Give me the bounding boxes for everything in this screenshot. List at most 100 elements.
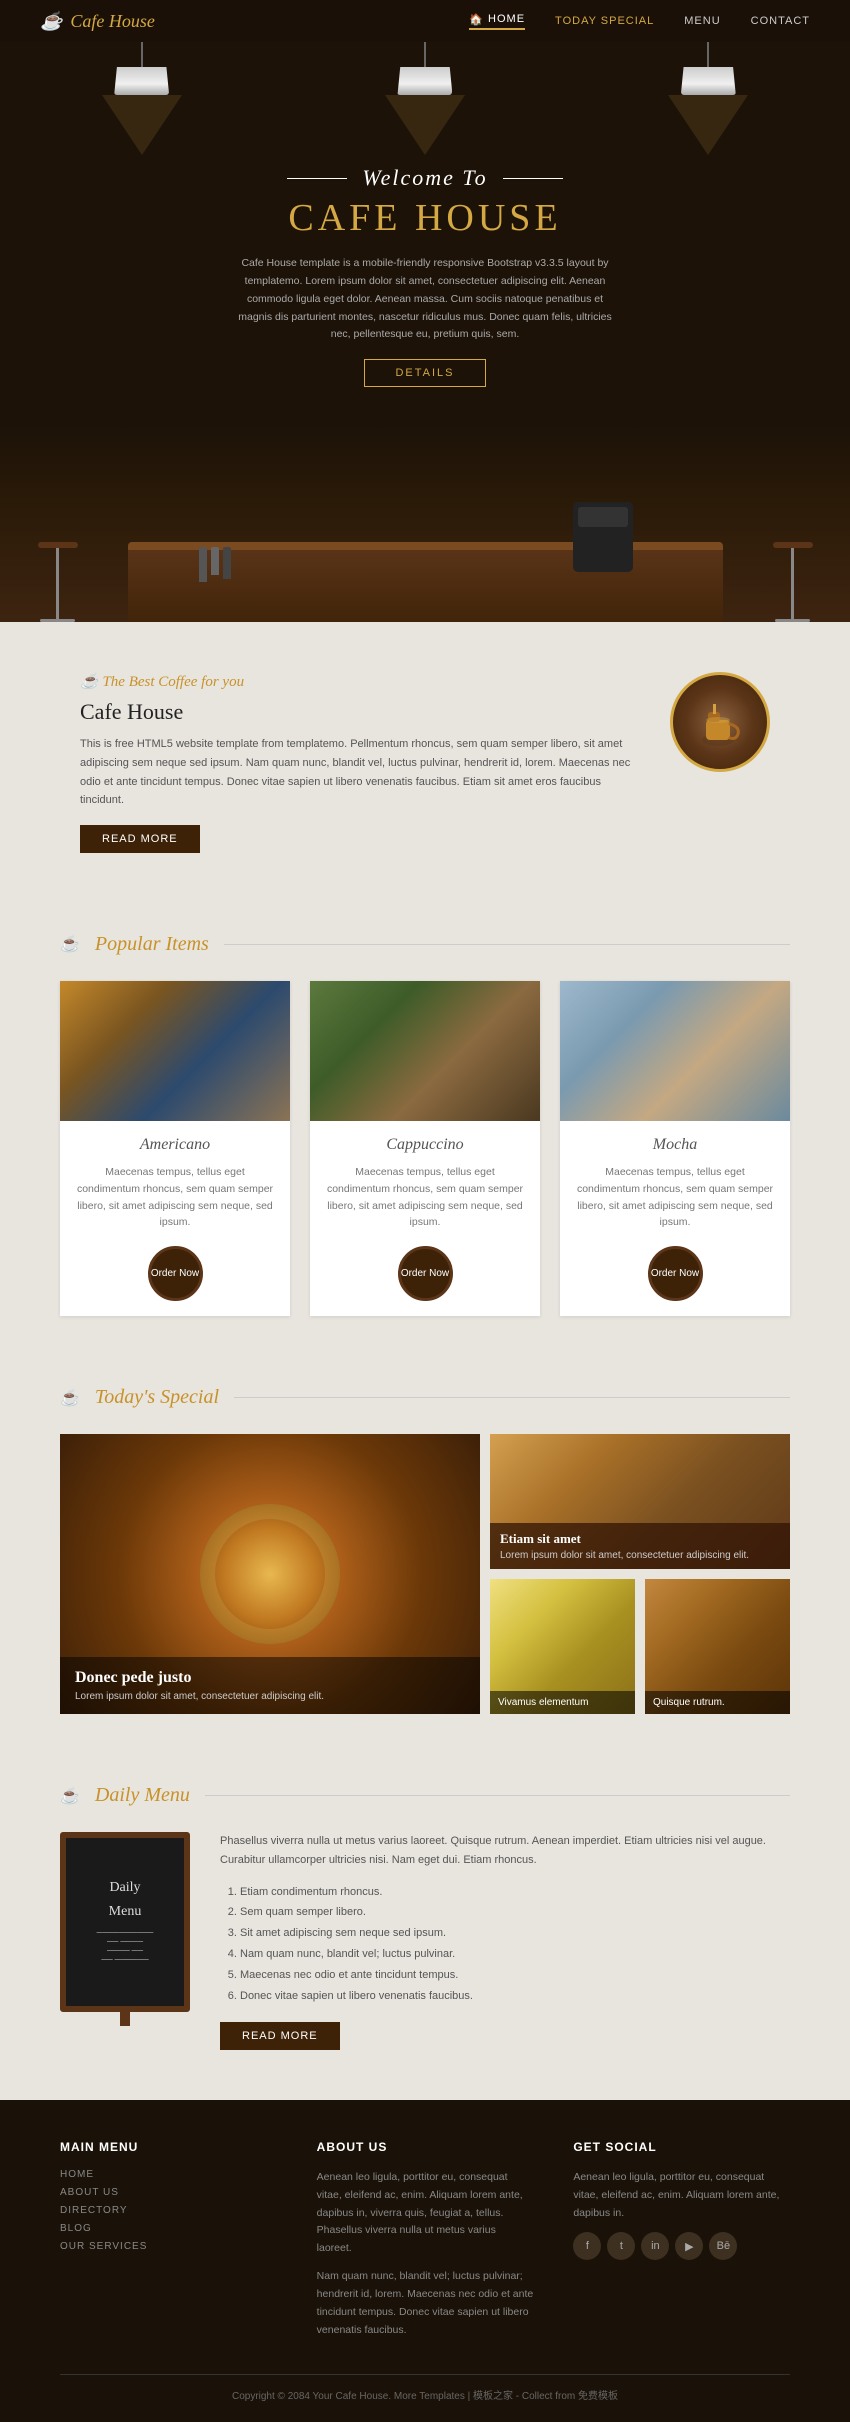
- nav-home-label: HOME: [488, 13, 525, 25]
- footer-about-link[interactable]: ABOUT US: [60, 2187, 277, 2198]
- special-grid: Donec pede justo Lorem ipsum dolor sit a…: [60, 1434, 790, 1714]
- americano-image: [60, 981, 290, 1121]
- lamp-1: [102, 42, 182, 155]
- footer-about-text2: Nam quam nunc, blandit vel; luctus pulvi…: [317, 2268, 534, 2339]
- nav-today-special[interactable]: TODAY SPECIAL: [555, 15, 654, 27]
- bar-stool-right: [778, 542, 808, 622]
- etiam-desc: Lorem ipsum dolor sit amet, consectetuer…: [500, 1550, 780, 1561]
- popular-section: ☕ Popular Items Americano Maecenas tempu…: [0, 903, 850, 1356]
- cappuccino-desc: Maecenas tempus, tellus eget condimentum…: [325, 1164, 525, 1231]
- item-card-americano: Americano Maecenas tempus, tellus eget c…: [60, 981, 290, 1316]
- special-cup-icon: ☕: [60, 1388, 80, 1408]
- social-twitter-button[interactable]: t: [607, 2232, 635, 2260]
- daily-list-item-2: Sem quam semper libero.: [240, 1902, 790, 1923]
- daily-text: Phasellus viverra nulla ut metus varius …: [220, 1832, 790, 2050]
- hero-content: Welcome To CAFE HOUSE Cafe House templat…: [215, 155, 635, 422]
- brand-cup-icon: ☕: [40, 11, 62, 32]
- daily-list-item-1: Etiam condimentum rhoncus.: [240, 1882, 790, 1903]
- lamp-3: [668, 42, 748, 155]
- stool-base-r: [775, 619, 810, 622]
- lamp-glow-2: [385, 95, 465, 155]
- vivamus-label: Vivamus elementum: [490, 1691, 635, 1714]
- navbar: ☕ Cafe House 🏠 HOME TODAY SPECIAL MENU C…: [0, 0, 850, 42]
- lamp-glow-3: [668, 95, 748, 155]
- footer-services-link[interactable]: OUR SERVICES: [60, 2241, 277, 2252]
- about-description: This is free HTML5 website template from…: [80, 735, 640, 810]
- coffee-machine: [573, 502, 633, 572]
- about-image-circle: [670, 672, 770, 772]
- brand[interactable]: ☕ Cafe House: [40, 11, 155, 32]
- social-icons-row: f t in ▶ Bē: [573, 2232, 790, 2260]
- bottle-2: [211, 547, 219, 575]
- daily-list-item-6: Donec vitae sapien ut libero venenatis f…: [240, 1986, 790, 2007]
- mocha-name: Mocha: [575, 1136, 775, 1154]
- daily-list-item-5: Maecenas nec odio et ante tincidunt temp…: [240, 1965, 790, 1986]
- about-cup-icon: ☕: [80, 674, 99, 690]
- daily-read-more-button[interactable]: READ MORE: [220, 2022, 340, 2050]
- nav-home[interactable]: 🏠 HOME: [469, 13, 525, 30]
- special-section: ☕ Today's Special Donec pede justo Lorem…: [0, 1356, 850, 1754]
- lamp-shade-2: [397, 67, 452, 95]
- special-top-main: Etiam sit amet Lorem ipsum dolor sit ame…: [490, 1434, 790, 1569]
- footer-about-title: About Us: [317, 2140, 534, 2154]
- item-card-cappuccino: Cappuccino Maecenas tempus, tellus eget …: [310, 981, 540, 1316]
- chalkboard-lines: ────────── ── ──── ──── ── ── ──────: [97, 1928, 154, 1964]
- footer-home-link[interactable]: HOME: [60, 2169, 277, 2180]
- nav-contact[interactable]: CONTACT: [751, 15, 810, 27]
- items-grid: Americano Maecenas tempus, tellus eget c…: [60, 981, 790, 1316]
- popular-header: ☕ Popular Items: [60, 933, 790, 956]
- footer-about-text1: Aenean leo ligula, porttitor eu, consequ…: [317, 2169, 534, 2258]
- footer: MAIN MENU HOME ABOUT US DIRECTORY BLOG O…: [0, 2100, 850, 2422]
- lamp-2: [385, 42, 465, 155]
- hero-section: Welcome To CAFE HOUSE Cafe House templat…: [0, 42, 850, 622]
- special-main-desc: Lorem ipsum dolor sit amet, consectetuer…: [75, 1691, 465, 1702]
- coffee-pot-svg: [690, 692, 750, 752]
- details-button[interactable]: DETAILS: [364, 359, 485, 387]
- special-main-title: Donec pede justo: [75, 1669, 465, 1687]
- bottle-3: [223, 547, 231, 579]
- daily-list-item-4: Nam quam nunc, blandit vel; luctus pulvi…: [240, 1944, 790, 1965]
- americano-body: Americano Maecenas tempus, tellus eget c…: [60, 1121, 290, 1316]
- bar-counter: [128, 542, 723, 622]
- cappuccino-body: Cappuccino Maecenas tempus, tellus eget …: [310, 1121, 540, 1316]
- item-card-mocha: Mocha Maecenas tempus, tellus eget condi…: [560, 981, 790, 1316]
- about-subtitle: ☕ The Best Coffee for you: [80, 672, 640, 691]
- special-main-item: Donec pede justo Lorem ipsum dolor sit a…: [60, 1434, 480, 1714]
- lamp-shade-3: [681, 67, 736, 95]
- footer-social-text: Aenean leo ligula, porttitor eu, consequ…: [573, 2169, 790, 2223]
- lamp-glow-1: [102, 95, 182, 155]
- read-more-button[interactable]: READ MORE: [80, 825, 200, 853]
- bottle-1: [199, 547, 207, 582]
- home-icon: 🏠: [469, 13, 484, 26]
- lamp-wire-1: [141, 42, 143, 67]
- about-title: Cafe House: [80, 699, 640, 725]
- nav-menu-link[interactable]: MENU: [684, 15, 720, 27]
- social-facebook-button[interactable]: f: [573, 2232, 601, 2260]
- social-linkedin-button[interactable]: in: [641, 2232, 669, 2260]
- cappuccino-order-button[interactable]: Order Now: [398, 1246, 453, 1301]
- americano-order-button[interactable]: Order Now: [148, 1246, 203, 1301]
- stool-leg-r: [791, 548, 794, 619]
- footer-main-menu-title: MAIN MENU: [60, 2140, 277, 2154]
- social-youtube-button[interactable]: ▶: [675, 2232, 703, 2260]
- bar-bottles: [199, 547, 231, 582]
- mocha-desc: Maecenas tempus, tellus eget condimentum…: [575, 1164, 775, 1231]
- daily-content: Daily Menu ────────── ── ──── ──── ── ──…: [60, 1832, 790, 2050]
- special-main-caption: Donec pede justo Lorem ipsum dolor sit a…: [60, 1657, 480, 1714]
- etiam-title: Etiam sit amet: [500, 1531, 780, 1547]
- daily-description: Phasellus viverra nulla ut metus varius …: [220, 1832, 790, 1869]
- footer-copyright: Copyright © 2084 Your Cafe House. More T…: [60, 2387, 790, 2402]
- etiam-overlay: Etiam sit amet Lorem ipsum dolor sit ame…: [490, 1523, 790, 1569]
- mocha-order-button[interactable]: Order Now: [648, 1246, 703, 1301]
- hero-title: CAFE HOUSE: [235, 196, 615, 240]
- quisque-label: Quisque rutrum.: [645, 1691, 790, 1714]
- footer-directory-link[interactable]: DIRECTORY: [60, 2205, 277, 2216]
- social-behance-button[interactable]: Bē: [709, 2232, 737, 2260]
- stool-leg: [56, 548, 59, 619]
- footer-social-col: Get Social Aenean leo ligula, porttitor …: [573, 2140, 790, 2350]
- footer-blog-link[interactable]: BLOG: [60, 2223, 277, 2234]
- daily-cup-icon: ☕: [60, 1786, 80, 1806]
- about-text: ☕ The Best Coffee for you Cafe House Thi…: [80, 672, 640, 853]
- nav-menu: 🏠 HOME TODAY SPECIAL MENU CONTACT: [469, 13, 810, 30]
- popular-title: Popular Items: [95, 933, 209, 956]
